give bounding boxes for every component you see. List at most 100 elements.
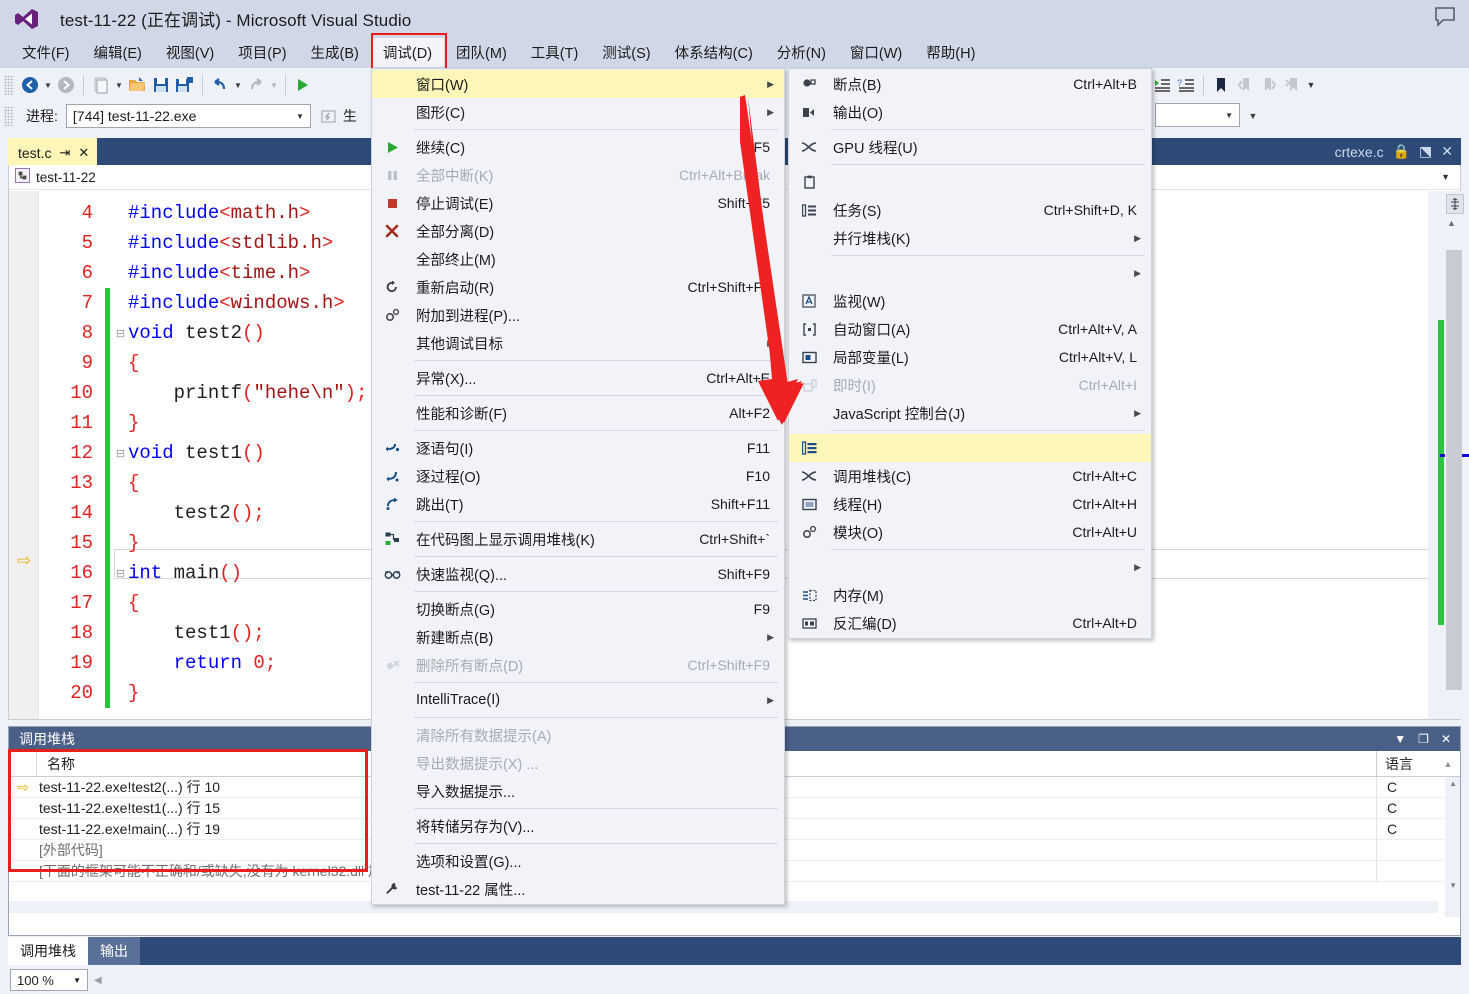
clear-bookmarks-icon[interactable] (1281, 73, 1305, 97)
menu-item-delete-all-breakpoints[interactable]: 删除所有断点(D) Ctrl+Shift+F9 (372, 651, 784, 679)
menu-item-memory[interactable]: ▶ (789, 553, 1151, 581)
breakpoint-gutter[interactable] (9, 191, 39, 719)
menu-file[interactable]: 文件(F) (10, 38, 82, 67)
menu-build[interactable]: 生成(B) (299, 38, 371, 67)
menu-item-locals[interactable]: 自动窗口(A) Ctrl+Alt+V, A (789, 315, 1151, 343)
pin-icon[interactable]: ⇥ (59, 145, 70, 161)
menu-item-intellitrace[interactable]: IntelliTrace(I) ▶ (372, 686, 784, 714)
menu-item-call-stack[interactable] (789, 434, 1151, 462)
float-window-icon[interactable]: ⬔ (1419, 143, 1432, 160)
menu-item-clear-all-datatips[interactable]: 清除所有数据提示(A) (372, 721, 784, 749)
menu-item-restart[interactable]: 重新启动(R) Ctrl+Shift+F5 (372, 273, 784, 301)
chevron-down-icon[interactable]: ▼ (1441, 172, 1460, 182)
menu-item-threads[interactable]: 调用堆栈(C) Ctrl+Alt+C (789, 462, 1151, 490)
navigate-forward-icon[interactable] (54, 73, 78, 97)
toolbar-grip[interactable] (4, 106, 14, 126)
menu-item-step-into[interactable]: 逐语句(I) F11 (372, 434, 784, 462)
menu-item-export-datatips[interactable]: 导出数据提示(X) ... (372, 749, 784, 777)
fold-toggle-icon[interactable]: ⊟ (113, 567, 128, 580)
menu-team[interactable]: 团队(M) (444, 38, 519, 67)
navigate-back-dropdown-icon[interactable]: ▼ (42, 73, 54, 97)
continue-run-icon[interactable] (291, 73, 315, 97)
menu-test[interactable]: 测试(S) (590, 38, 662, 67)
menu-item-watch[interactable]: ▶ (789, 259, 1151, 287)
scroll-up-icon[interactable]: ▲ (1447, 218, 1456, 228)
menu-item-other-debug-targets[interactable]: 其他调试目标 ▶ (372, 329, 784, 357)
menu-tools[interactable]: 工具(T) (519, 38, 591, 67)
new-project-icon[interactable] (89, 73, 113, 97)
menu-item-registers[interactable]: 反汇编(D) Ctrl+Alt+D (789, 609, 1151, 637)
menu-item-tasks[interactable] (789, 168, 1151, 196)
menu-item-step-out[interactable]: 跳出(T) Shift+F11 (372, 490, 784, 518)
menu-item-modules[interactable]: 线程(H) Ctrl+Alt+H (789, 490, 1151, 518)
toolbar-overflow-icon[interactable]: ▼ (1305, 73, 1317, 97)
menu-analyze[interactable]: 分析(N) (765, 38, 838, 67)
redo-dropdown-icon[interactable]: ▼ (268, 73, 280, 97)
menu-item-continue[interactable]: 继续(C) F5 (372, 133, 784, 161)
next-bookmark-icon[interactable] (1257, 73, 1281, 97)
sort-ascending-icon[interactable]: ▲ (1436, 759, 1460, 769)
menu-item-graphics[interactable]: 图形(C) ▶ (372, 98, 784, 126)
open-file-icon[interactable] (125, 73, 149, 97)
navigate-back-icon[interactable] (18, 73, 42, 97)
close-icon[interactable]: ✕ (1441, 732, 1451, 746)
menu-item-project-properties[interactable]: test-11-22 属性... (372, 875, 784, 903)
menu-item-exceptions[interactable]: 异常(X)... Ctrl+Alt+E (372, 364, 784, 392)
menu-item-gpu-threads[interactable]: GPU 线程(U) (789, 133, 1151, 161)
editor-splitter-button[interactable] (1446, 194, 1464, 214)
call-stack-vertical-scrollbar[interactable] (1445, 777, 1460, 917)
undo-icon[interactable] (208, 73, 232, 97)
save-all-icon[interactable] (173, 73, 197, 97)
menu-item-new-breakpoint[interactable]: 新建断点(B) ▶ (372, 623, 784, 651)
menu-item-show-call-stack-on-code-map[interactable]: 在代码图上显示调用堆栈(K) Ctrl+Shift+` (372, 525, 784, 553)
undo-dropdown-icon[interactable]: ▼ (232, 73, 244, 97)
scroll-down-icon[interactable]: ▼ (1449, 881, 1457, 890)
increase-indent-icon[interactable] (1150, 73, 1174, 97)
status-scroll-left-icon[interactable]: ◀ (94, 975, 102, 986)
menu-item-processes[interactable]: 模块(O) Ctrl+Alt+U (789, 518, 1151, 546)
menu-item-terminate-all[interactable]: 全部终止(M) (372, 245, 784, 273)
menu-edit[interactable]: 编辑(E) (82, 38, 154, 67)
editor-scrollbar-thumb[interactable] (1446, 250, 1462, 690)
decrease-indent-icon[interactable]: ? (1174, 73, 1198, 97)
lifecycle-events-icon[interactable] (317, 104, 341, 128)
tab-crtexe-c-label[interactable]: crtexe.c (1335, 144, 1384, 160)
menu-item-dom-explorer[interactable]: JavaScript 控制台(J) ▶ (789, 399, 1151, 427)
fold-toggle-icon[interactable]: ⊟ (113, 327, 128, 340)
new-project-dropdown-icon[interactable]: ▼ (113, 73, 125, 97)
toolbar-grip[interactable] (4, 75, 14, 95)
debug-toolbar-overflow-icon[interactable]: ▼ (1247, 104, 1259, 128)
column-header-language[interactable]: 语言 (1376, 750, 1436, 777)
bookmark-icon[interactable] (1209, 73, 1233, 97)
menu-item-parallel-watch[interactable]: 并行堆栈(K) ▶ (789, 224, 1151, 252)
menu-item-import-datatips[interactable]: 导入数据提示... (372, 777, 784, 805)
menu-item-options-and-settings[interactable]: 选项和设置(G)... (372, 847, 784, 875)
menu-item-stop-debugging[interactable]: 停止调试(E) Shift+F5 (372, 189, 784, 217)
close-icon[interactable]: ✕ (1441, 143, 1453, 160)
menu-debug[interactable]: 调试(D) (370, 38, 445, 67)
menu-item-toggle-breakpoint[interactable]: 切换断点(G) F9 (372, 595, 784, 623)
thread-select[interactable]: ▼ (1155, 103, 1240, 127)
menu-help[interactable]: 帮助(H) (914, 38, 987, 67)
menu-item-quick-watch[interactable]: 快速监视(Q)... Shift+F9 (372, 560, 784, 588)
menu-window[interactable]: 窗口(W) (838, 38, 914, 67)
menu-architecture[interactable]: 体系结构(C) (663, 38, 765, 67)
navbar-project-label[interactable]: test-11-22 (36, 170, 96, 185)
menu-item-save-dump-as[interactable]: 将转储另存为(V)... (372, 812, 784, 840)
tab-test-c[interactable]: test.c ⇥ ✕ (8, 138, 98, 165)
menu-view[interactable]: 视图(V) (154, 38, 226, 67)
menu-item-performance-diagnostics[interactable]: 性能和诊断(F) Alt+F2 (372, 399, 784, 427)
zoom-level-select[interactable]: 100 % ▼ (10, 969, 88, 991)
close-icon[interactable]: ✕ (78, 145, 89, 161)
menu-item-autos[interactable]: 监视(W) (789, 287, 1151, 315)
maximize-icon[interactable]: ❐ (1418, 732, 1429, 746)
menu-item-step-over[interactable]: 逐过程(O) F10 (372, 462, 784, 490)
save-icon[interactable] (149, 73, 173, 97)
scroll-up-icon[interactable]: ▲ (1449, 779, 1457, 788)
minimize-icon[interactable]: ▼ (1394, 732, 1406, 746)
previous-bookmark-icon[interactable] (1233, 73, 1257, 97)
menu-item-breakpoints[interactable]: 断点(B) Ctrl+Alt+B (789, 70, 1151, 98)
fold-toggle-icon[interactable]: ⊟ (113, 447, 128, 460)
tab-output[interactable]: 输出 (88, 937, 140, 965)
menu-item-attach-to-process[interactable]: 附加到进程(P)... (372, 301, 784, 329)
